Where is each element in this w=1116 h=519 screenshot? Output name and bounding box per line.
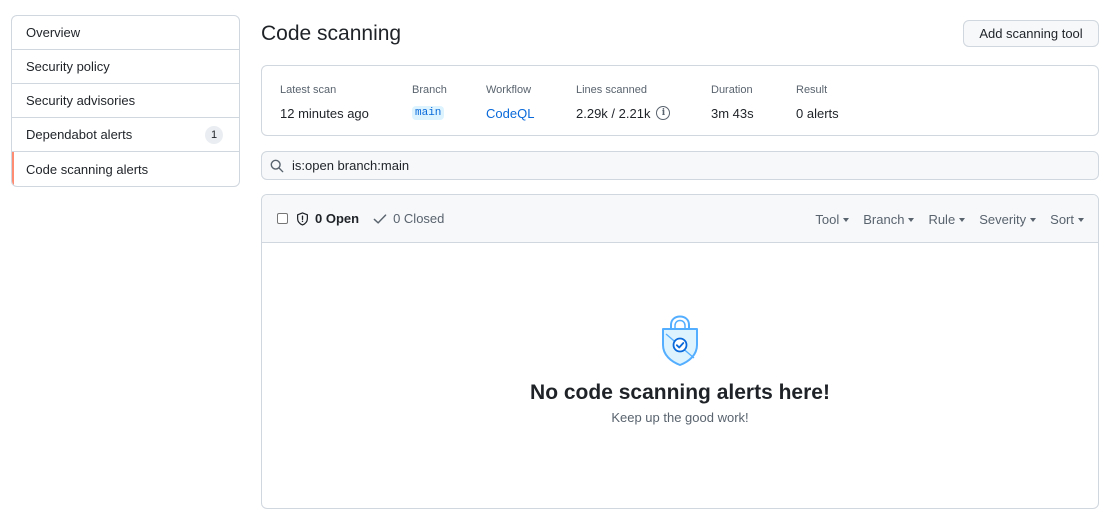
sidebar-item-dependabot-alerts[interactable]: Dependabot alerts 1 — [12, 118, 239, 152]
open-alerts-label: 0 Open — [315, 211, 360, 226]
caret-down-icon — [959, 218, 966, 222]
rule-filter-dropdown[interactable]: Rule — [928, 211, 966, 227]
filter-label: Branch — [863, 211, 905, 227]
result-field: Result 0 alerts — [796, 83, 839, 122]
dependabot-count-badge: 1 — [205, 125, 223, 144]
select-all-checkbox[interactable] — [277, 213, 288, 224]
latest-scan-label: Latest scan — [280, 84, 337, 96]
duration-label: Duration — [711, 84, 753, 96]
latest-scan-field: Latest scan 12 minutes ago — [280, 83, 369, 122]
workflow-label: Workflow — [486, 84, 532, 96]
sidebar-item-label: Security advisories — [26, 93, 136, 108]
duration-field: Duration 3m 43s — [711, 83, 754, 122]
sidebar-item-security-policy[interactable]: Security policy — [12, 50, 239, 84]
sidebar-item-label: Code scanning alerts — [26, 161, 149, 177]
sidebar-item-overview[interactable]: Overview — [12, 16, 239, 50]
alert-search-input[interactable] — [292, 158, 1072, 173]
lines-scanned-label: Lines scanned — [576, 84, 647, 96]
sidebar-item-label: Security policy — [26, 59, 110, 74]
sidebar-item-code-scanning-alerts[interactable]: Code scanning alerts — [12, 152, 239, 186]
sidebar-item-label: Overview — [26, 25, 81, 40]
sidebar-item-label: Dependabot alerts — [26, 127, 133, 142]
latest-scan-value: 12 minutes ago — [280, 105, 369, 121]
alert-filters: Tool Branch Rule Severity Sort — [815, 195, 1084, 243]
workflow-field: Workflow CodeQL — [486, 83, 534, 122]
info-icon[interactable]: i — [656, 106, 671, 120]
security-sidebar: Overview Security policy Security adviso… — [11, 15, 240, 187]
check-icon — [373, 213, 387, 224]
caret-down-icon — [843, 218, 850, 222]
filter-label: Severity — [979, 211, 1027, 227]
page-title: Code scanning — [261, 22, 402, 45]
security-shield-check-icon — [662, 315, 698, 366]
alerts-panel-header: 0 Open 0 Closed Tool Branch Rule Severit… — [262, 195, 1098, 243]
empty-state-subtitle: Keep up the good work! — [611, 410, 749, 425]
closed-alerts-filter[interactable]: 0 Closed — [373, 211, 444, 226]
empty-state: No code scanning alerts here! Keep up th… — [262, 315, 1098, 425]
caret-down-icon — [1030, 218, 1037, 222]
branch-field: Branch main — [412, 83, 447, 122]
duration-value: 3m 43s — [711, 105, 754, 121]
open-alerts-filter[interactable]: 0 Open — [296, 211, 359, 226]
empty-state-title: No code scanning alerts here! — [530, 381, 830, 404]
scan-summary: Latest scan 12 minutes ago Branch main W… — [261, 65, 1099, 136]
severity-filter-dropdown[interactable]: Severity — [979, 211, 1037, 227]
branch-filter-dropdown[interactable]: Branch — [863, 211, 915, 227]
sidebar-item-security-advisories[interactable]: Security advisories — [12, 84, 239, 118]
lines-scanned-value: 2.29k / 2.21k — [576, 105, 651, 121]
result-label: Result — [796, 84, 828, 96]
filter-label: Tool — [815, 211, 840, 227]
workflow-link[interactable]: CodeQL — [486, 106, 534, 121]
search-icon — [270, 159, 284, 172]
shield-icon — [297, 211, 308, 226]
filter-label: Sort — [1050, 211, 1074, 227]
alerts-panel: 0 Open 0 Closed Tool Branch Rule Severit… — [261, 194, 1099, 509]
result-value: 0 alerts — [796, 105, 839, 121]
branch-label: Branch — [412, 84, 447, 96]
closed-alerts-label: 0 Closed — [393, 211, 445, 226]
caret-down-icon — [908, 218, 915, 222]
alert-search-bar — [261, 151, 1099, 180]
tool-filter-dropdown[interactable]: Tool — [815, 211, 850, 227]
lines-scanned-field: Lines scanned 2.29k / 2.21k i — [576, 83, 671, 122]
branch-tag[interactable]: main — [412, 106, 445, 120]
sort-dropdown[interactable]: Sort — [1050, 212, 1084, 227]
caret-down-icon — [1078, 218, 1084, 222]
add-scanning-tool-button[interactable]: Add scanning tool — [963, 20, 1099, 47]
filter-label: Rule — [928, 211, 956, 227]
